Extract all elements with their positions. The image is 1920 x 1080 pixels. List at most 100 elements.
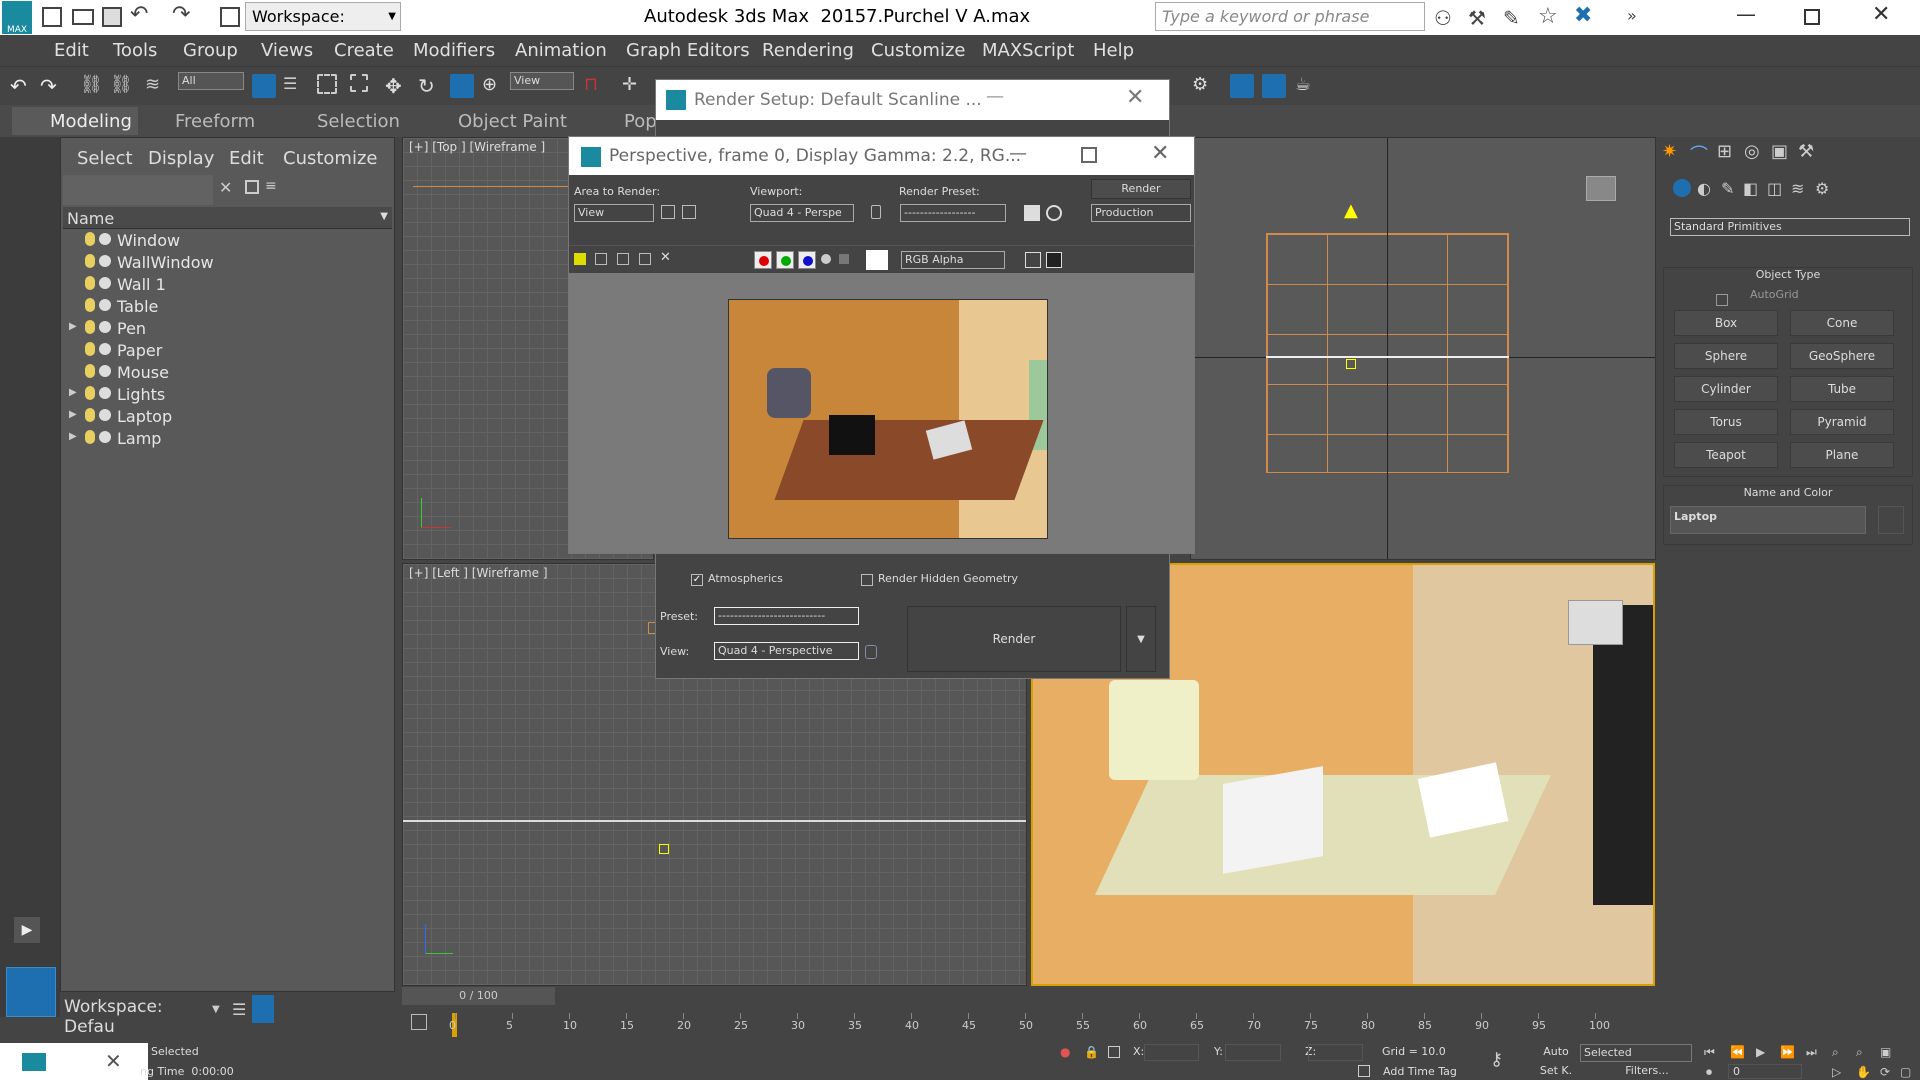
blue-channel-icon[interactable] (798, 251, 816, 269)
utilities-tab-icon[interactable]: ⚒ (1798, 141, 1814, 162)
spacewarps-icon[interactable]: ≋ (1791, 179, 1804, 198)
minimize-icon[interactable]: — (1736, 2, 1756, 26)
pan-view-icon[interactable]: ✋ (1856, 1065, 1871, 1079)
object-type-header[interactable]: Object Type (1664, 268, 1912, 284)
wrench-icon[interactable]: ⚒ (1468, 6, 1486, 30)
helpers-icon[interactable]: ◫ (1767, 179, 1782, 198)
expand-arrow-icon[interactable]: ▶ (69, 387, 77, 398)
scene-item[interactable]: ▶ Lamp (63, 428, 392, 450)
render-setup-render-button[interactable]: Render (907, 606, 1121, 672)
frame-window-maximize-icon[interactable] (1081, 147, 1097, 163)
object-color-swatch[interactable] (1878, 506, 1904, 534)
render-setup-icon[interactable]: ⚙ (1192, 74, 1216, 98)
visibility-bulb-icon[interactable] (85, 342, 95, 356)
previous-frame-icon[interactable]: ⏪ (1730, 1045, 1745, 1059)
production-dropdown[interactable]: Production (1091, 204, 1191, 222)
explorer-tab-display[interactable]: Display (148, 148, 214, 169)
restore-icon[interactable] (1804, 9, 1820, 25)
scene-item[interactable]: WallWindow (63, 252, 392, 274)
toggle-ui-overlay-icon[interactable] (1025, 252, 1041, 268)
viewport-layout-icon[interactable] (6, 967, 56, 1017)
exchange-icon[interactable]: ✖ (1574, 3, 1592, 28)
select-by-name-icon[interactable]: ☰ (283, 74, 307, 98)
save-file-icon[interactable] (102, 7, 122, 27)
track-bar-icon[interactable] (411, 1014, 427, 1030)
visibility-bulb-icon[interactable] (85, 320, 95, 334)
taskbar-close-icon[interactable]: ✕ (105, 1049, 122, 1073)
viewport-front[interactable]: ▲ (1190, 137, 1656, 560)
isolate-icon[interactable]: ● (1060, 1045, 1070, 1059)
render-iterative-icon[interactable]: ☕ (1295, 74, 1319, 98)
orbit-icon[interactable]: ⟳ (1880, 1065, 1890, 1079)
window-crossing-icon[interactable] (350, 74, 368, 92)
selection-lock-icon[interactable]: 🔒 (1084, 1045, 1099, 1059)
zoom-icon[interactable]: ⌕ (1832, 1045, 1839, 1060)
toggle-ui-icon[interactable] (1046, 252, 1062, 268)
render-preset-dropdown[interactable]: ------------------ (900, 204, 1006, 222)
bind-space-warp-icon[interactable]: ≋ (145, 74, 169, 98)
red-channel-icon[interactable] (754, 251, 772, 269)
render-setup-close-icon[interactable]: ✕ (1126, 85, 1144, 110)
scene-item[interactable]: Wall 1 (63, 274, 392, 296)
menu-help[interactable]: Help (1093, 40, 1134, 61)
rotate-icon[interactable]: ↻ (418, 74, 442, 98)
scene-item[interactable]: Table (63, 296, 392, 318)
viewport-lock-icon[interactable] (871, 205, 881, 219)
place-icon[interactable]: ⊕ (482, 74, 506, 98)
primitive-button-cone[interactable]: Cone (1790, 310, 1894, 336)
redo-icon[interactable]: ↷ (40, 74, 64, 98)
explorer-tab-customize[interactable]: Customize (283, 148, 377, 169)
selection-filter-dropdown[interactable]: All (178, 72, 244, 90)
play-icon[interactable]: ▶ (14, 917, 40, 943)
green-channel-icon[interactable] (776, 251, 794, 269)
lights-icon[interactable]: ✎ (1721, 179, 1734, 198)
tab-freeform[interactable]: Freeform (175, 111, 255, 132)
object-name-input[interactable]: Laptop (1670, 506, 1866, 534)
print-image-icon[interactable] (639, 253, 651, 265)
set-key-button[interactable]: Set K. (1534, 1064, 1578, 1080)
lock-view-icon[interactable] (865, 645, 877, 659)
modify-tab-icon[interactable]: ⌒ (1690, 141, 1708, 167)
explorer-search-input[interactable] (63, 175, 213, 205)
view-dropdown[interactable]: Quad 4 - Perspective (714, 642, 859, 660)
primitive-button-sphere[interactable]: Sphere (1674, 343, 1778, 369)
expand-arrow-icon[interactable]: ▶ (69, 431, 77, 442)
persp-viewcube-icon[interactable] (1568, 600, 1623, 645)
scene-item[interactable]: Mouse (63, 362, 392, 384)
app-logo-icon[interactable]: MAX (2, 1, 32, 35)
binoculars-icon[interactable]: ⚇ (1434, 6, 1452, 30)
undo-icon[interactable]: ↶ (10, 74, 34, 98)
name-column-header[interactable]: Name ▼ (63, 207, 392, 229)
key-mode-icon[interactable]: ⏺ (1706, 1065, 1712, 1080)
scene-item[interactable]: Paper (63, 340, 392, 362)
visibility-bulb-icon[interactable] (85, 254, 95, 268)
shapes-icon[interactable]: ◐ (1697, 179, 1711, 198)
motion-tab-icon[interactable]: ◎ (1744, 141, 1760, 162)
rectangular-selection-icon[interactable] (317, 74, 337, 94)
manipulate-icon[interactable]: ✛ (622, 74, 646, 98)
render-hidden-checkbox[interactable] (861, 574, 873, 586)
undo-icon[interactable]: ↶ (130, 2, 148, 27)
scene-item[interactable]: ▶ Laptop (63, 406, 392, 428)
primitive-button-torus[interactable]: Torus (1674, 409, 1778, 435)
primitive-category-dropdown[interactable]: Standard Primitives (1670, 218, 1910, 236)
visibility-bulb-icon[interactable] (85, 386, 95, 400)
explorer-options-icon[interactable] (245, 180, 259, 194)
y-coord-input[interactable] (1225, 1044, 1281, 1061)
render-setup-minimize-icon[interactable]: — (986, 86, 1004, 107)
swatch-icon[interactable] (866, 250, 888, 270)
unlink-icon[interactable]: ⛓ (110, 74, 134, 98)
create-tab-icon[interactable]: ✷ (1662, 141, 1677, 162)
key-filters-button[interactable]: Filters... (1612, 1064, 1682, 1080)
save-image-icon[interactable] (574, 253, 586, 265)
next-frame-icon[interactable]: ⏩ (1780, 1045, 1795, 1059)
monochrome-icon[interactable] (839, 254, 849, 264)
render-mode-dropdown-icon[interactable]: ▼ (1126, 606, 1156, 672)
visibility-bulb-icon[interactable] (85, 298, 95, 312)
alpha-channel-icon[interactable] (821, 254, 831, 264)
tab-populate[interactable]: Pop (624, 111, 657, 132)
link-icon[interactable]: ⛓ (80, 74, 104, 98)
menu-customize[interactable]: Customize (871, 40, 965, 61)
workspace-dropdown[interactable]: Workspace: Default ▼ (245, 2, 401, 53)
auto-region-icon[interactable] (682, 205, 696, 219)
